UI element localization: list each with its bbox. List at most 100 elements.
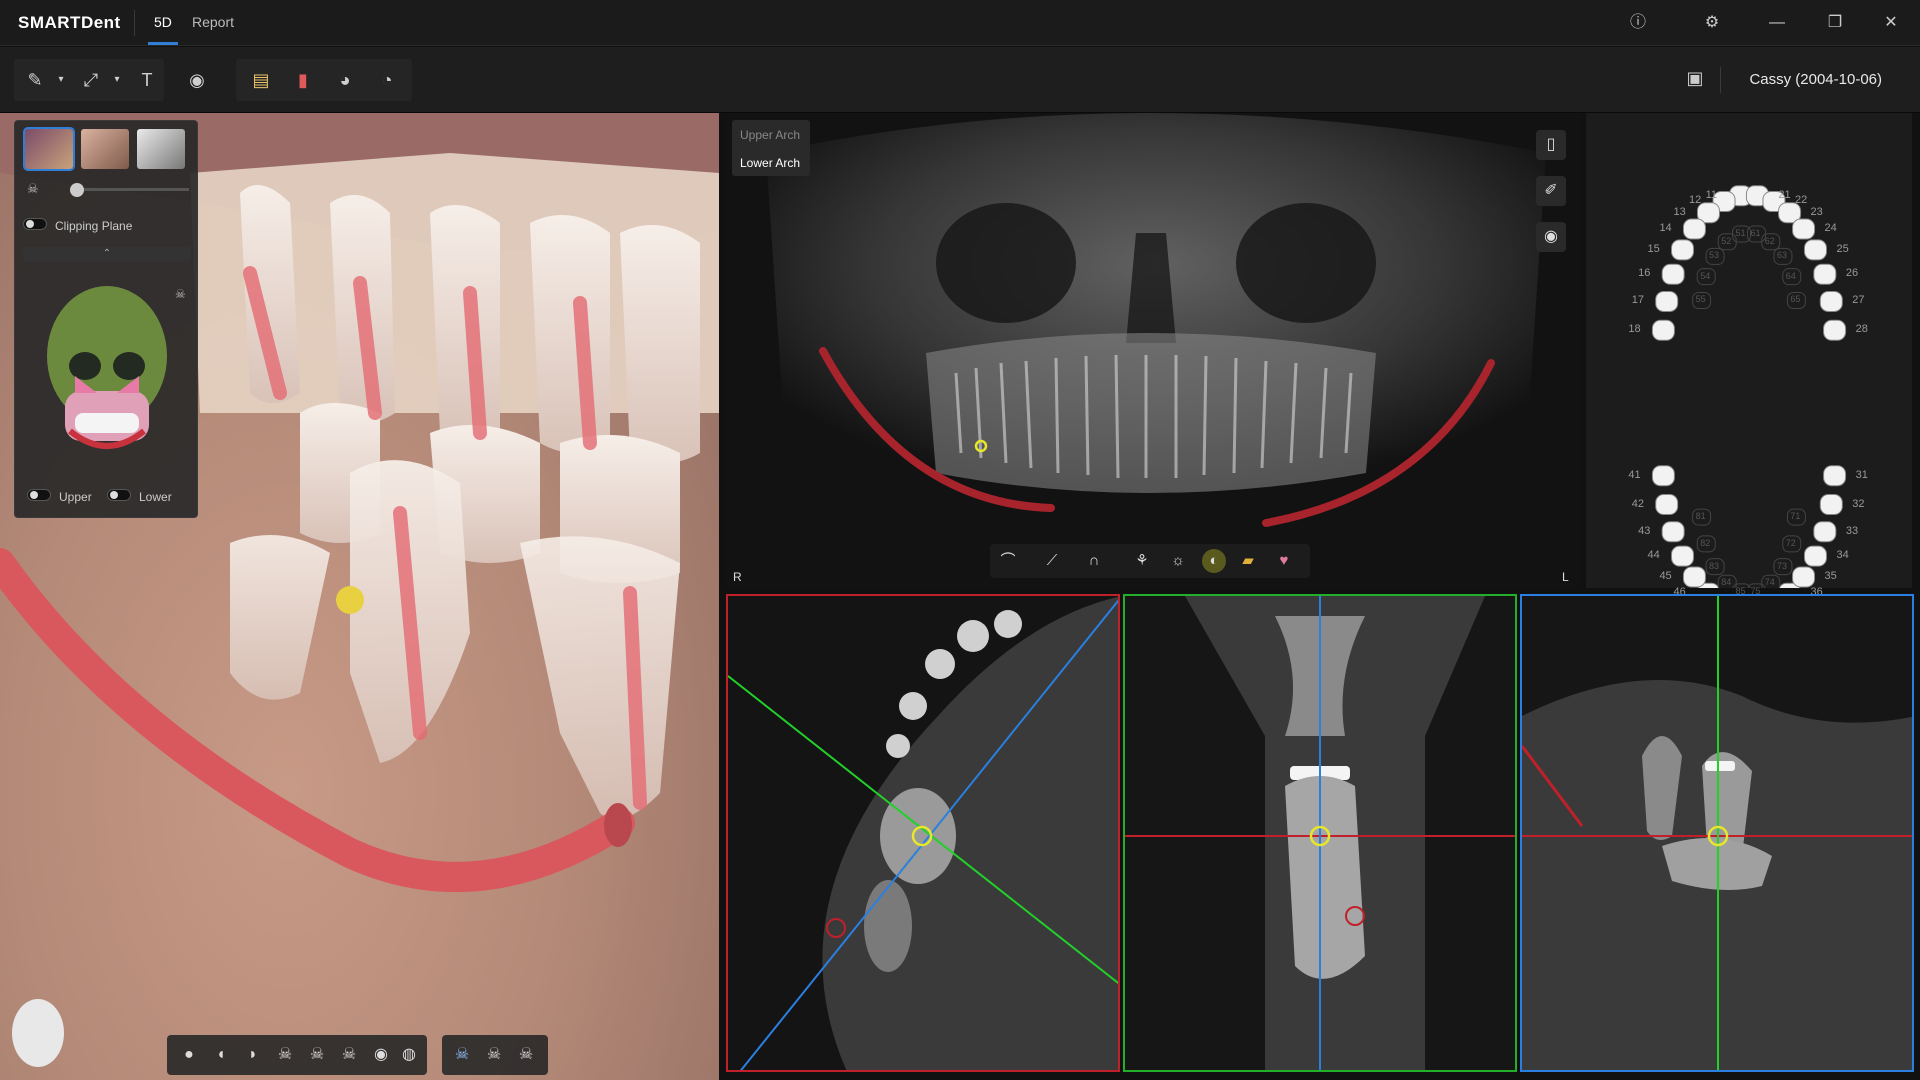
tooth-16[interactable] [1661, 263, 1685, 285]
tooth-44[interactable] [1671, 545, 1695, 567]
arch-icon[interactable]: ∩ [1082, 549, 1106, 573]
tooth-color-icon[interactable]: ♥ [1272, 549, 1296, 573]
tooth-34[interactable] [1803, 545, 1827, 567]
skull-teeth-icon[interactable]: ☠ [482, 1043, 506, 1067]
maximize-button[interactable]: ❐ [1822, 10, 1848, 36]
opacity-slider-track[interactable] [75, 188, 189, 191]
tooth-number-41: 41 [1628, 468, 1641, 481]
arch-curve-icon[interactable]: ⌒ [996, 549, 1020, 573]
head-left-icon[interactable]: ◖ [209, 1043, 233, 1067]
deciduous-number-51: 51 [1735, 227, 1746, 238]
lower-tooth [520, 536, 680, 820]
color-map-icon[interactable]: ▰ [1236, 549, 1260, 573]
tooth-35[interactable] [1792, 566, 1816, 588]
lower-toggle[interactable] [107, 489, 131, 501]
preset-soft-tissue-thumb[interactable] [23, 127, 75, 171]
tooth-32[interactable] [1819, 494, 1843, 516]
head-side-icon[interactable]: ◕ [328, 63, 362, 97]
skull-left-icon[interactable]: ☠ [305, 1043, 329, 1067]
tooth-14[interactable] [1682, 218, 1706, 240]
panorama-icon[interactable]: ▤ [244, 63, 278, 97]
pen-dropdown-icon[interactable]: ▾ [44, 63, 78, 97]
tooth-chart[interactable] [1586, 113, 1912, 588]
skull-segment-icon[interactable]: ☠ [450, 1043, 474, 1067]
tooth-18[interactable] [1651, 319, 1675, 341]
tooth-number-17: 17 [1631, 294, 1644, 307]
pano-toolbar: ⌒ ⟋ ∩ ⚘ ☼ ◐ ▰ ♥ [990, 544, 1310, 578]
lower-label: Lower [139, 490, 172, 504]
upper-arch-option[interactable]: Upper Arch [740, 128, 800, 142]
opacity-slider-knob[interactable] [70, 183, 84, 197]
tab-report[interactable]: Report [192, 14, 234, 30]
tooth-27[interactable] [1819, 290, 1843, 312]
collapse-button[interactable]: ⌃ [23, 247, 191, 261]
nerve-draw-icon[interactable]: ⟋ [1040, 549, 1064, 573]
tooth-26[interactable] [1813, 263, 1837, 285]
lower-arch-option[interactable]: Lower Arch [740, 156, 800, 170]
contrast-icon[interactable]: ◐ [1202, 549, 1226, 573]
tooth-33[interactable] [1813, 521, 1837, 543]
tooth-41[interactable] [1651, 465, 1675, 487]
nerve-canal-end [604, 803, 632, 847]
tooth-number-23: 23 [1810, 205, 1823, 218]
tooth-17[interactable] [1655, 290, 1679, 312]
head-orientation-icon[interactable] [12, 999, 64, 1067]
head-segment-icon[interactable]: ◔ [370, 63, 404, 97]
axial-slice-view[interactable] [726, 594, 1120, 1072]
panoramic-view[interactable] [726, 113, 1579, 588]
tooth-45[interactable] [1682, 566, 1706, 588]
preset-skin-thumb[interactable] [81, 129, 129, 169]
tooth-number-14: 14 [1659, 222, 1672, 235]
tooth-brush-icon[interactable]: ✐ [1536, 176, 1566, 206]
ruler-icon[interactable]: ▯ [1536, 130, 1566, 160]
tooth-31[interactable] [1823, 465, 1847, 487]
tab-active-indicator [148, 42, 178, 45]
head-right-icon[interactable]: ◗ [241, 1043, 265, 1067]
head-front-icon[interactable]: ● [177, 1043, 201, 1067]
skull-segment-diagram[interactable] [15, 281, 199, 481]
tooth-28[interactable] [1823, 319, 1847, 341]
tooth-number-28: 28 [1855, 323, 1868, 336]
tooth-15[interactable] [1671, 239, 1695, 261]
camera-icon[interactable]: ◉ [180, 63, 214, 97]
draw-tool-group: ✎ ▾ ⤢ ▾ T [14, 59, 164, 101]
color-bar-icon[interactable]: ▮ [286, 63, 320, 97]
render-options-panel: ☠ Clipping Plane ⌃ ☠ Upper Lower [14, 120, 198, 518]
head-top-icon[interactable]: ◍ [397, 1043, 421, 1067]
coronal-slice-view[interactable] [1123, 594, 1517, 1072]
clipping-plane-label: Clipping Plane [55, 219, 133, 233]
head-back-icon[interactable]: ◉ [369, 1043, 393, 1067]
tooth-25[interactable] [1803, 239, 1827, 261]
tab-5d[interactable]: 5D [154, 14, 172, 30]
deciduous-number-52: 52 [1721, 235, 1732, 246]
measure-dropdown-icon[interactable]: ▾ [100, 63, 134, 97]
brightness-icon[interactable]: ☼ [1166, 549, 1190, 573]
info-icon[interactable]: ⓘ [1625, 10, 1651, 36]
deciduous-number-64: 64 [1785, 270, 1796, 281]
skull-right-icon[interactable]: ☠ [337, 1043, 361, 1067]
tooth [530, 215, 610, 453]
sagittal-slice-view[interactable] [1520, 594, 1914, 1072]
skull-nerve-icon[interactable]: ☠ [514, 1043, 538, 1067]
save-icon[interactable]: ▣ [1680, 63, 1710, 93]
pano-camera-icon[interactable]: ◉ [1536, 222, 1566, 252]
tooth-43[interactable] [1661, 521, 1685, 543]
tooth-42[interactable] [1655, 494, 1679, 516]
axial-slice-image [728, 596, 1118, 1070]
tooth-24[interactable] [1792, 218, 1816, 240]
close-button[interactable]: ✕ [1878, 10, 1904, 36]
overlap-icon[interactable]: ⚘ [1130, 549, 1154, 573]
skull-front-icon[interactable]: ☠ [273, 1043, 297, 1067]
settings-icon[interactable]: ⚙ [1699, 10, 1725, 36]
arch-selector: Upper Arch Lower Arch [732, 120, 810, 176]
minimize-button[interactable]: — [1764, 10, 1790, 36]
upper-toggle[interactable] [27, 489, 51, 501]
clipping-plane-toggle[interactable] [23, 218, 47, 230]
upper-label: Upper [59, 490, 92, 504]
tooth-number-31: 31 [1855, 468, 1868, 481]
text-tool-icon[interactable]: T [130, 63, 164, 97]
pano-right-marker: R [733, 570, 742, 584]
lower-tooth [230, 535, 330, 700]
preset-bone-thumb[interactable] [137, 129, 185, 169]
patient-name: Cassy (2004-10-06) [1749, 71, 1882, 88]
